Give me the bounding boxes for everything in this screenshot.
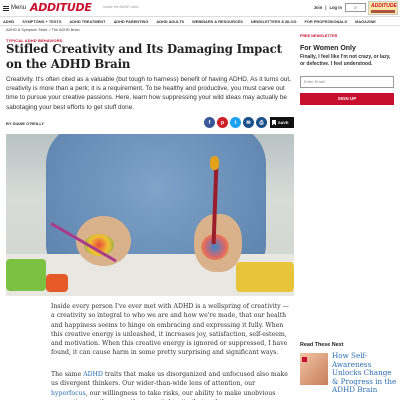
site-logo[interactable]: ADDITUDE	[30, 1, 92, 14]
article-paragraph-2: The same ADHD traits that make us disorg…	[51, 370, 291, 400]
account-links: Join | Log In	[314, 5, 342, 10]
save-button[interactable]: SAVE	[270, 117, 294, 128]
main-nav: ADHD SYMPTOMS + TESTS ADHD TREATMENT ADH…	[0, 16, 400, 26]
search-button[interactable]: ⌕	[345, 3, 366, 12]
print-icon[interactable]: ⎙	[256, 117, 267, 128]
bookmark-icon	[272, 119, 276, 126]
join-link[interactable]: Join	[314, 5, 323, 10]
breadcrumb: ADHD & Symptom Tests > The ADHD Brain	[6, 28, 80, 32]
site-tagline: Inside the ADHD mind	[103, 5, 139, 9]
hero-paint-pot-yellow	[236, 262, 294, 292]
menu-button[interactable]: Menu	[3, 5, 26, 11]
menu-label: Menu	[11, 5, 27, 11]
hamburger-icon	[3, 5, 9, 11]
nav-item-newsletters-blog[interactable]: NEWSLETTERS & BLOG	[251, 19, 297, 24]
nav-item-adhd-treatment[interactable]: ADHD TREATMENT	[69, 19, 105, 24]
nav-item-adhd[interactable]: ADHD	[3, 19, 14, 24]
hero-brush-tip	[210, 156, 219, 170]
magazine-cover[interactable]: ADDITUDE	[368, 1, 398, 15]
newsletter-description: Finally, I feel like I'm not crazy, or l…	[300, 54, 391, 67]
search-icon: ⌕	[354, 4, 357, 11]
login-link[interactable]: Log In	[329, 5, 342, 10]
nav-item-adhd-parenting[interactable]: ADHD PARENTING	[113, 19, 148, 24]
save-label: SAVE	[278, 120, 289, 125]
hyperfocus-link[interactable]: hyperfocus	[51, 390, 86, 397]
paragraph-2-text: The same	[51, 371, 84, 378]
article-lede: Creativity. It's often cited as a valuab…	[6, 76, 291, 111]
nav-item-adhd-adults[interactable]: ADHD ADULTS	[156, 19, 184, 24]
breadcrumb-item-symptom-tests[interactable]: ADHD & Symptom Tests	[6, 28, 47, 32]
nav-item-for-professionals[interactable]: FOR PROFESSIONALS	[305, 19, 348, 24]
magazine-cover-art	[371, 10, 395, 13]
adhd-link[interactable]: ADHD	[83, 371, 103, 378]
email-icon[interactable]: ✉	[243, 117, 254, 128]
facebook-icon[interactable]: f	[204, 117, 215, 128]
nav-item-symptoms-tests[interactable]: SYMPTOMS + TESTS	[22, 19, 61, 24]
top-bar: Menu ADDITUDE Inside the ADHD mind Join …	[0, 0, 400, 16]
read-next-badge-icon	[302, 357, 307, 362]
magazine-title: ADDITUDE	[371, 3, 397, 9]
newsletter-title: For Women Only	[300, 45, 356, 52]
nav-item-magazine[interactable]: MAGAZINE	[355, 19, 376, 24]
article-paragraph-1: Inside every person I've ever met with A…	[51, 303, 289, 357]
twitter-icon[interactable]: t	[230, 117, 241, 128]
read-next-heading: Read These Next	[300, 342, 344, 348]
breadcrumb-item-adhd-brain[interactable]: The ADHD Brain	[52, 28, 80, 32]
hero-paint-pot-green	[6, 259, 46, 291]
article-byline[interactable]: BY DIANE O'REILLY	[6, 121, 44, 126]
share-bar: f p t ✉ ⎙	[204, 117, 267, 128]
email-field[interactable]: Enter Email	[300, 75, 394, 88]
hero-image	[6, 134, 294, 296]
article-title: Stifled Creativity and Its Damaging Impa…	[6, 42, 282, 71]
nav-item-webinars-resources[interactable]: WEBINARS & RESOURCES	[192, 19, 243, 24]
link-separator: |	[325, 5, 327, 10]
hero-paint-pot-orange	[46, 274, 68, 292]
newsletter-label: FREE NEWSLETTER	[300, 34, 338, 38]
pinterest-icon[interactable]: p	[217, 117, 228, 128]
signup-button[interactable]: SIGN UP	[300, 92, 394, 105]
read-next-title-link[interactable]: How Self-Awareness Unlocks Change & Prog…	[332, 351, 398, 395]
newsletter-widget: FREE NEWSLETTER For Women Only Finally, …	[300, 34, 394, 105]
